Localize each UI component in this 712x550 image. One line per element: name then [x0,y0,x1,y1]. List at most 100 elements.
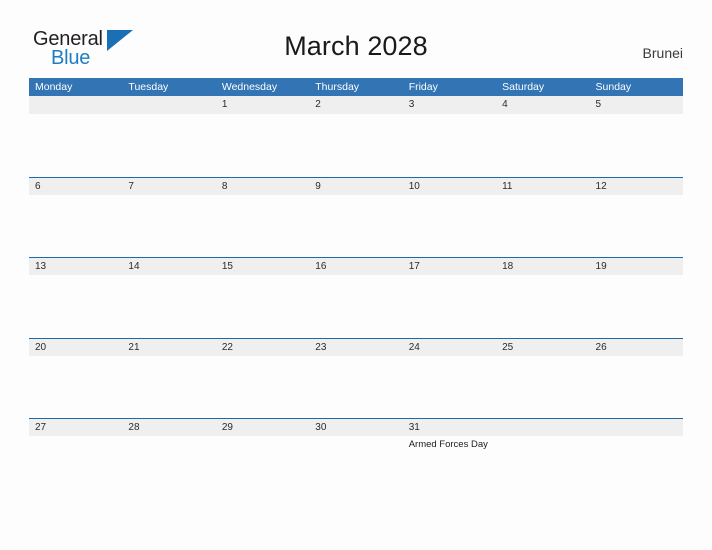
day-event-cell[interactable] [403,195,496,257]
day-event-cell[interactable] [496,195,589,257]
day-cell[interactable] [590,419,683,436]
day-event-cell[interactable] [122,356,215,418]
day-cell[interactable]: 1 [216,96,309,114]
day-cell[interactable] [29,96,122,114]
day-cell[interactable] [122,96,215,114]
day-event-cell[interactable] [216,114,309,176]
region-label: Brunei [642,45,683,61]
day-event-cell[interactable] [29,275,122,337]
day-number: 13 [35,261,47,272]
day-number: 2 [315,99,321,110]
day-event-cell[interactable]: Armed Forces Day [403,436,496,498]
week-event-area [29,194,683,257]
calendar-week-row: 6 7 8 9 10 11 12 [29,176,683,258]
day-event-armed-forces-day: Armed Forces Day [408,439,488,450]
day-event-cell[interactable] [216,356,309,418]
day-event-cell[interactable] [403,114,496,176]
day-number: 16 [315,261,327,272]
day-cell[interactable]: 7 [122,178,215,195]
day-event-cell[interactable] [309,275,402,337]
day-event-cell[interactable] [403,356,496,418]
day-event-cell[interactable] [590,436,683,498]
day-cell[interactable]: 21 [122,339,215,356]
calendar-week-row: 27 28 29 30 31 Armed Forces Day [29,418,683,499]
day-event-cell[interactable] [496,114,589,176]
day-event-cell[interactable] [496,356,589,418]
day-event-cell[interactable] [590,275,683,337]
day-event-cell[interactable] [309,356,402,418]
day-event-cell[interactable] [590,114,683,176]
day-cell[interactable]: 11 [496,178,589,195]
calendar-week-row: 13 14 15 16 17 18 19 [29,257,683,338]
day-cell[interactable]: 16 [309,258,402,275]
day-number: 25 [502,341,514,353]
day-cell[interactable]: 8 [216,178,309,195]
day-cell[interactable]: 17 [403,258,496,275]
day-cell[interactable]: 27 [29,419,122,436]
day-cell[interactable] [496,419,589,436]
day-event-cell[interactable] [496,275,589,337]
week-event-area [29,355,683,418]
day-event-cell[interactable] [29,436,122,498]
day-number: 4 [502,99,508,110]
day-event-cell[interactable] [122,195,215,257]
day-event-cell[interactable] [29,195,122,257]
day-number: 18 [502,261,514,272]
week-date-band: 13 14 15 16 17 18 19 [29,257,683,275]
day-event-cell[interactable] [309,114,402,176]
day-event-cell[interactable] [309,436,402,498]
day-cell[interactable]: 25 [496,339,589,356]
week-date-band: 1 2 3 4 5 [29,96,683,114]
day-event-cell[interactable] [216,195,309,257]
day-event-cell[interactable] [216,436,309,498]
day-cell[interactable]: 31 [403,419,496,436]
day-event-cell[interactable] [29,356,122,418]
day-number: 15 [221,261,233,272]
day-number: 22 [221,341,233,353]
day-event-cell[interactable] [590,356,683,418]
day-event-cell[interactable] [590,195,683,257]
day-number: 31 [408,422,420,433]
day-cell[interactable]: 14 [122,258,215,275]
day-cell[interactable]: 12 [590,178,683,195]
day-cell[interactable]: 19 [590,258,683,275]
day-cell[interactable]: 22 [216,339,309,356]
day-cell[interactable]: 23 [309,339,402,356]
day-number: 21 [128,341,140,353]
day-event-cell[interactable] [216,275,309,337]
day-number: 8 [221,180,228,192]
day-number: 29 [221,422,233,433]
day-cell[interactable]: 2 [309,96,402,114]
day-cell[interactable]: 15 [216,258,309,275]
day-cell[interactable]: 13 [29,258,122,275]
week-event-area [29,275,683,337]
day-cell[interactable]: 10 [403,178,496,195]
day-cell[interactable]: 4 [496,96,589,114]
day-cell[interactable]: 20 [29,339,122,356]
day-number: 26 [595,341,607,353]
day-event-cell[interactable] [403,275,496,337]
day-event-cell[interactable] [122,436,215,498]
day-event-cell[interactable] [29,114,122,176]
day-cell[interactable]: 30 [309,419,402,436]
day-cell[interactable]: 24 [403,339,496,356]
weekday-header-thursday: Thursday [315,81,360,93]
day-event-cell[interactable] [496,436,589,498]
day-event-cell[interactable] [122,275,215,337]
day-event-cell[interactable] [122,114,215,176]
week-date-band: 20 21 22 23 24 25 26 [29,337,683,356]
day-cell[interactable]: 29 [216,419,309,436]
day-cell[interactable]: 28 [122,419,215,436]
day-number: 30 [315,422,327,433]
day-cell[interactable]: 26 [590,339,683,356]
day-number: 14 [128,261,140,272]
day-cell[interactable]: 5 [590,96,683,114]
day-cell[interactable]: 9 [309,178,402,195]
day-number: 20 [35,341,47,353]
day-cell[interactable]: 18 [496,258,589,275]
day-cell[interactable]: 3 [403,96,496,114]
weekday-header-friday: Friday [408,81,438,93]
day-cell[interactable]: 6 [29,178,122,195]
day-event-cell[interactable] [309,195,402,257]
weekday-header-sunday: Sunday [595,81,632,93]
